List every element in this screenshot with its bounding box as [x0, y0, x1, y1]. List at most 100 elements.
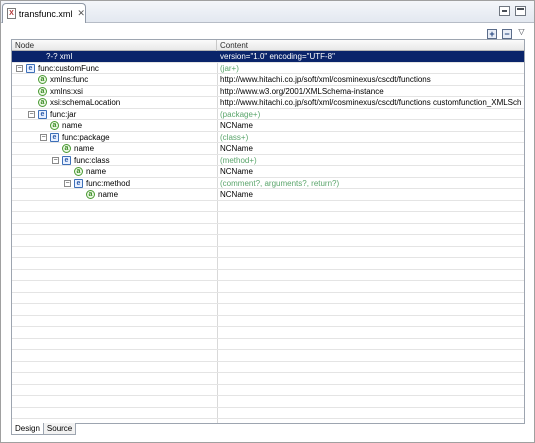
view-menu-icon[interactable]: ▽ [517, 27, 526, 36]
table-row[interactable]: a name NCName [12, 189, 524, 201]
table-row[interactable]: − e func:class (method+) [12, 155, 524, 166]
xml-file-icon: X [7, 8, 16, 19]
attribute-node-icon: a [62, 144, 71, 153]
content-cell[interactable]: (package+) [220, 109, 522, 120]
element-node-icon: e [74, 178, 83, 188]
attribute-node-icon: a [86, 190, 95, 199]
element-node-icon: e [62, 155, 71, 165]
node-label: name [74, 144, 95, 153]
editor-tab-bar: X transfunc.xml ✕ [1, 1, 534, 23]
node-cell: a name [12, 189, 217, 200]
editor-tab-transfunc[interactable]: X transfunc.xml ✕ [2, 3, 86, 23]
node-label: func:jar [50, 109, 77, 119]
attribute-node-icon: a [50, 121, 59, 130]
column-header-node[interactable]: Node [12, 40, 217, 51]
table-row[interactable]: a name NCName [12, 120, 524, 132]
element-node-icon: e [38, 109, 47, 119]
node-cell: − e func:jar [12, 109, 217, 120]
node-cell: a xsi:schemaLocation [12, 97, 217, 108]
table-row[interactable]: a xsi:schemaLocation http://www.hitachi.co… [12, 97, 524, 109]
node-label: ?-? xml [46, 52, 73, 61]
tree-collapse-icon[interactable]: − [28, 110, 35, 118]
node-label: xmlns:xsi [50, 86, 83, 96]
empty-table-row [12, 201, 524, 212]
empty-table-row [12, 396, 524, 408]
empty-table-row [12, 385, 524, 396]
empty-table-row [12, 304, 524, 316]
empty-table-row [12, 212, 524, 224]
table-row[interactable]: a xmlns:xsi http://www.w3.org/2001/XMLSche… [12, 86, 524, 97]
column-header-content[interactable]: Content [217, 40, 524, 51]
node-label: xmlns:func [50, 75, 89, 84]
table-header: Node Content [12, 40, 524, 51]
empty-table-row [12, 235, 524, 247]
node-cell: a xmlns:xsi [12, 86, 217, 97]
content-cell[interactable]: http://www.w3.org/2001/XMLSchema-instanc… [220, 86, 522, 97]
empty-table-row [12, 224, 524, 235]
empty-table-row [12, 362, 524, 373]
node-cell: − e func:customFunc [12, 63, 217, 74]
content-cell[interactable]: (comment?, arguments?, return?) [220, 178, 522, 189]
tree-collapse-icon[interactable]: − [40, 133, 47, 141]
tab-source[interactable]: Source [43, 423, 77, 435]
content-cell[interactable]: (method+) [220, 155, 522, 166]
maximize-icon[interactable] [515, 6, 526, 16]
node-cell: a name [12, 120, 217, 131]
minimize-icon[interactable] [499, 6, 510, 16]
node-cell: a name [12, 143, 217, 154]
close-icon[interactable]: ✕ [77, 9, 85, 18]
node-label: func:package [62, 132, 110, 142]
editor-mode-tabs: Design Source [11, 423, 77, 435]
node-cell: − e func:package [12, 132, 217, 143]
collapse-all-icon[interactable]: − [502, 29, 512, 39]
empty-table-row [12, 270, 524, 281]
node-label: func:method [86, 178, 131, 188]
empty-table-row [12, 258, 524, 270]
content-cell[interactable]: (class+) [220, 132, 522, 143]
element-node-icon: e [50, 132, 59, 142]
tree-collapse-icon[interactable]: − [64, 179, 71, 187]
node-label: name [98, 190, 119, 199]
table-row[interactable]: ?-? xml version="1.0" encoding="UTF-8" [12, 51, 524, 63]
table-row[interactable]: − e func:package (class+) [12, 132, 524, 143]
content-cell[interactable]: http://www.hitachi.co.jp/soft/xml/cosmin… [220, 74, 522, 85]
node-cell: ?-? xml [12, 51, 217, 62]
tree-collapse-icon[interactable]: − [52, 156, 59, 164]
content-cell[interactable]: NCName [220, 120, 522, 131]
attribute-node-icon: a [38, 75, 47, 84]
table-row[interactable]: a xmlns:func http://www.hitachi.co.jp/soft… [12, 74, 524, 86]
attribute-node-icon: a [38, 98, 47, 107]
content-cell[interactable]: http://www.hitachi.co.jp/soft/xml/cosmin… [220, 97, 522, 108]
empty-table-row [12, 350, 524, 362]
node-label: func:class [74, 155, 110, 165]
empty-table-row [12, 327, 524, 339]
empty-table-row [12, 316, 524, 327]
tab-design[interactable]: Design [11, 423, 44, 435]
tree-collapse-icon[interactable]: − [16, 64, 23, 72]
attribute-node-icon: a [74, 167, 83, 176]
table-row[interactable]: a name NCName [12, 143, 524, 155]
empty-table-row [12, 247, 524, 258]
xml-editor-window: X transfunc.xml ✕ + − ▽ Node Content ?-?… [0, 0, 535, 443]
node-label: xsi:schemaLocation [50, 98, 121, 107]
content-cell[interactable]: (jar+) [220, 63, 522, 74]
content-cell[interactable]: NCName [220, 189, 522, 200]
node-cell: a name [12, 166, 217, 177]
table-row[interactable]: − e func:customFunc (jar+) [12, 63, 524, 74]
content-cell[interactable]: NCName [220, 143, 522, 154]
empty-table-row [12, 339, 524, 350]
node-cell: a xmlns:func [12, 74, 217, 85]
design-tree-table[interactable]: Node Content ?-? xml version="1.0" encodi… [11, 39, 525, 424]
content-cell[interactable]: version="1.0" encoding="UTF-8" [220, 51, 522, 62]
table-row[interactable]: − e func:jar (package+) [12, 109, 524, 120]
empty-table-row [12, 281, 524, 293]
empty-table-row [12, 373, 524, 385]
table-row[interactable]: a name NCName [12, 166, 524, 178]
content-cell[interactable]: NCName [220, 166, 522, 177]
element-node-icon: e [26, 63, 35, 73]
node-label: func:customFunc [38, 63, 99, 73]
table-row[interactable]: − e func:method (comment?, arguments?, retu… [12, 178, 524, 189]
expand-all-icon[interactable]: + [487, 29, 497, 39]
empty-table-row [12, 408, 524, 419]
node-cell: − e func:method [12, 178, 217, 189]
